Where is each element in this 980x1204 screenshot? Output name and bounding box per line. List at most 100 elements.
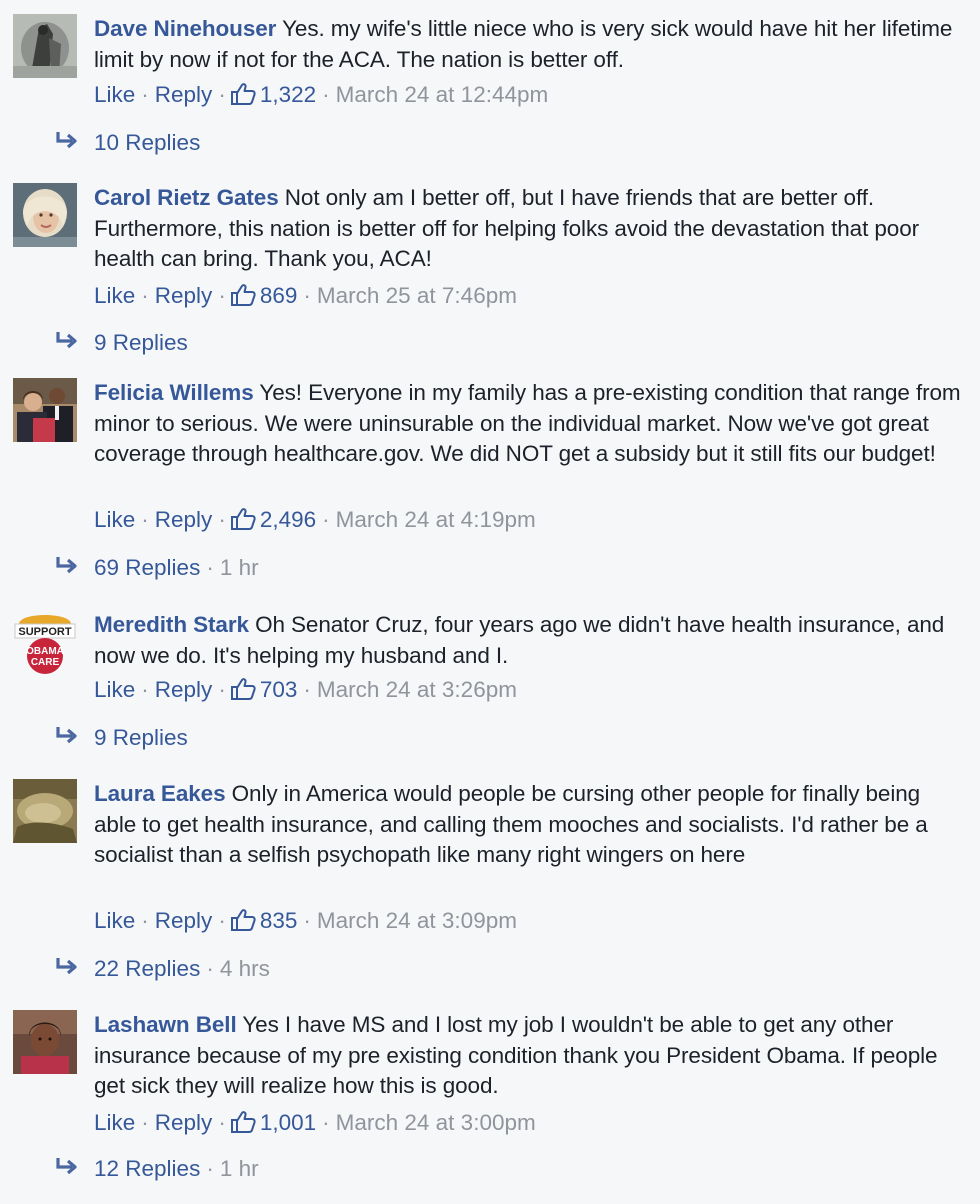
like-button[interactable]: Like [94,677,135,702]
separator: · [322,507,330,532]
comment-author[interactable]: Dave Ninehouser [94,16,276,41]
reply-arrow-icon [54,555,80,577]
reply-arrow-icon [54,1156,80,1178]
separator: · [218,908,226,933]
badge-text-support: SUPPORT [18,626,71,638]
comment-timestamp[interactable]: March 24 at 3:00pm [336,1110,536,1135]
avatar[interactable] [13,1010,77,1074]
comment-body: Lashawn Bell Yes I have MS and I lost my… [94,1010,964,1102]
avatar-photo-icon [13,1010,77,1074]
avatar[interactable] [13,183,77,247]
badge-text-care: CARE [31,657,60,668]
comment-body: Felicia Willems Yes! Everyone in my fami… [94,378,964,470]
replies-count-label[interactable]: 12 Replies [94,1156,200,1181]
reply-button[interactable]: Reply [155,82,213,107]
like-button[interactable]: Like [94,507,135,532]
reply-button[interactable]: Reply [155,283,213,308]
separator: · [141,908,149,933]
comment-timestamp[interactable]: March 24 at 3:09pm [317,908,517,933]
like-button[interactable]: Like [94,283,135,308]
view-replies-link[interactable]: 12 Replies · 1 hr [54,1154,259,1184]
like-button[interactable]: Like [94,908,135,933]
reply-button[interactable]: Reply [155,677,213,702]
avatar-photo-icon [13,14,77,78]
comment-body: Meredith Stark Oh Senator Cruz, four yea… [94,610,964,671]
comment-author[interactable]: Felicia Willems [94,380,254,405]
thumbs-up-icon [230,82,256,106]
separator: · [218,1110,226,1135]
reply-arrow-icon [54,956,80,978]
reply-button[interactable]: Reply [155,908,213,933]
like-count[interactable]: 1,001 [260,1110,316,1135]
separator: · [141,507,149,532]
separator: · [141,677,149,702]
like-count[interactable]: 835 [260,908,298,933]
separator: · [218,283,226,308]
separator: · [141,1110,149,1135]
thumbs-up-icon [230,677,256,701]
separator: · [218,677,226,702]
thumbs-up-icon [230,507,256,531]
separator: · [141,82,149,107]
comment-body: Carol Rietz Gates Not only am I better o… [94,183,964,275]
comment-author[interactable]: Carol Rietz Gates [94,185,279,210]
separator: · [303,908,311,933]
avatar-photo-icon [13,183,77,247]
separator: · [206,956,214,981]
view-replies-link[interactable]: 69 Replies · 1 hr [54,553,259,583]
like-count[interactable]: 869 [260,283,298,308]
replies-count-label[interactable]: 9 Replies [94,725,188,750]
separator: · [303,283,311,308]
like-count[interactable]: 2,496 [260,507,316,532]
comment-author[interactable]: Lashawn Bell [94,1012,237,1037]
separator: · [303,677,311,702]
replies-timestamp: 1 hr [219,555,259,580]
comment-timestamp[interactable]: March 24 at 3:26pm [317,677,517,702]
replies-timestamp: 1 hr [219,1156,259,1181]
comment-timestamp[interactable]: March 24 at 4:19pm [336,507,536,532]
avatar-photo-icon [13,378,77,442]
separator: · [206,1156,214,1181]
view-replies-link[interactable]: 10 Replies [54,128,200,158]
like-count[interactable]: 703 [260,677,298,702]
separator: · [206,555,214,580]
avatar-photo-icon [13,779,77,843]
comment-actions: Like · Reply · 703 · March 24 at 3:26pm [94,675,517,705]
comment-actions: Like · Reply · 2,496 · March 24 at 4:19pm [94,505,536,535]
replies-count-label[interactable]: 10 Replies [94,130,200,155]
like-count[interactable]: 1,322 [260,82,316,107]
comment-author[interactable]: Meredith Stark [94,612,249,637]
replies-count-label[interactable]: 9 Replies [94,330,188,355]
view-replies-link[interactable]: 9 Replies [54,328,188,358]
comment-actions: Like · Reply · 869 · March 25 at 7:46pm [94,281,517,311]
comment-author[interactable]: Laura Eakes [94,781,226,806]
reply-arrow-icon [54,130,80,152]
avatar[interactable] [13,378,77,442]
avatar[interactable] [13,14,77,78]
like-button[interactable]: Like [94,82,135,107]
reply-button[interactable]: Reply [155,507,213,532]
separator: · [141,283,149,308]
comment-actions: Like · Reply · 1,001 · March 24 at 3:00pm [94,1108,536,1138]
view-replies-link[interactable]: 22 Replies · 4 hrs [54,954,270,984]
comment-timestamp[interactable]: March 24 at 12:44pm [336,82,549,107]
comment-actions: Like · Reply · 835 · March 24 at 3:09pm [94,906,517,936]
thumbs-up-icon [230,1110,256,1134]
badge-text-obama: OBAMA [26,646,64,657]
support-obamacare-badge-icon: SUPPORT OBAMA CARE [13,610,77,674]
like-button[interactable]: Like [94,1110,135,1135]
avatar[interactable]: SUPPORT OBAMA CARE [13,610,77,674]
separator: · [322,82,330,107]
replies-timestamp: 4 hrs [219,956,270,981]
replies-count-label[interactable]: 22 Replies [94,956,200,981]
comment-feed: Dave Ninehouser Yes. my wife's little ni… [0,0,980,1204]
comment-timestamp[interactable]: March 25 at 7:46pm [317,283,517,308]
comment-body: Laura Eakes Only in America would people… [94,779,964,871]
view-replies-link[interactable]: 9 Replies [54,723,188,753]
avatar[interactable] [13,779,77,843]
comment-body: Dave Ninehouser Yes. my wife's little ni… [94,14,964,75]
reply-arrow-icon [54,330,80,352]
separator: · [322,1110,330,1135]
replies-count-label[interactable]: 69 Replies [94,555,200,580]
reply-button[interactable]: Reply [155,1110,213,1135]
